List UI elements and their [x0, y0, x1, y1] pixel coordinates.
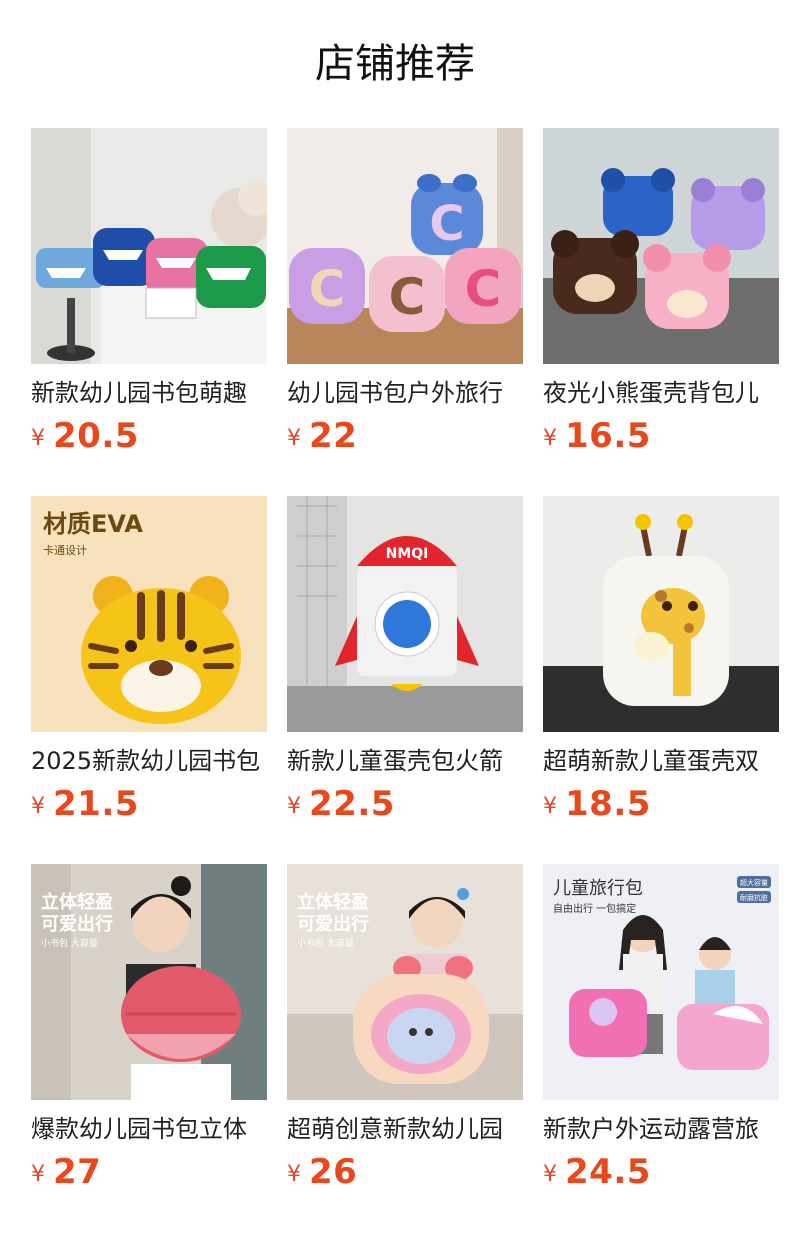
currency-symbol: ¥ [287, 1162, 301, 1187]
price-value: 16.5 [565, 416, 651, 456]
product-card[interactable]: 超萌新款儿童蛋壳双 ¥18.5 [543, 496, 779, 864]
product-image[interactable]: C C C C [287, 128, 523, 364]
currency-symbol: ¥ [31, 1162, 45, 1187]
price-value: 22 [309, 416, 358, 456]
product-image[interactable]: NMQI [287, 496, 523, 732]
product-image[interactable]: 立体轻盈 可爱出行 小书包 大容量 [31, 864, 267, 1100]
product-card[interactable]: 新款幼儿园书包萌趣 ¥20.5 [31, 128, 267, 496]
price-value: 24.5 [565, 1152, 651, 1192]
product-name[interactable]: 新款儿童蛋壳包火箭 [287, 744, 523, 778]
image-subline: 卡通设计 [43, 544, 87, 557]
product-name[interactable]: 超萌创意新款幼儿园 [287, 1112, 523, 1146]
product-price: ¥27 [31, 1152, 267, 1198]
product-name[interactable]: 幼儿园书包户外旅行 [287, 376, 523, 410]
image-badge2: 耐磨抗脏 [740, 893, 768, 902]
product-price: ¥22.5 [287, 784, 523, 830]
image-line3: 小书包 大容量 [297, 937, 354, 949]
product-name[interactable]: 新款户外运动露营旅 [543, 1112, 779, 1146]
currency-symbol: ¥ [543, 794, 557, 819]
currency-symbol: ¥ [287, 794, 301, 819]
product-image[interactable]: 立体轻盈 可爱出行 小书包 大容量 [287, 864, 523, 1100]
price-value: 21.5 [53, 784, 139, 824]
image-badge1: 超大容量 [740, 878, 768, 887]
currency-symbol: ¥ [287, 426, 301, 451]
svg-text:C: C [309, 260, 346, 318]
product-name[interactable]: 2025新款幼儿园书包 [31, 744, 267, 778]
currency-symbol: ¥ [31, 426, 45, 451]
product-price: ¥21.5 [31, 784, 267, 830]
image-line3: 小书包 大容量 [41, 937, 98, 949]
product-card[interactable]: 立体轻盈 可爱出行 小书包 大容量 爆款幼儿园书包立体 ¥27 [31, 864, 267, 1232]
price-value: 18.5 [565, 784, 651, 824]
svg-text:C: C [465, 260, 502, 318]
brand-label: NMQI [386, 546, 429, 562]
product-name[interactable]: 爆款幼儿园书包立体 [31, 1112, 267, 1146]
product-grid: 新款幼儿园书包萌趣 ¥20.5 C C C C 幼儿园书包户外旅行 ¥22 夜光… [31, 128, 779, 1232]
product-name[interactable]: 新款幼儿园书包萌趣 [31, 376, 267, 410]
product-name[interactable]: 超萌新款儿童蛋壳双 [543, 744, 779, 778]
product-image[interactable] [543, 496, 779, 732]
product-card[interactable]: C C C C 幼儿园书包户外旅行 ¥22 [287, 128, 523, 496]
product-image[interactable]: 儿童旅行包 自由出行 一包搞定 超大容量 耐磨抗脏 [543, 864, 779, 1100]
product-price: ¥24.5 [543, 1152, 779, 1198]
currency-symbol: ¥ [543, 1162, 557, 1187]
svg-text:C: C [389, 268, 426, 326]
image-line2: 自由出行 一包搞定 [553, 902, 636, 915]
page-title: 店铺推荐 [315, 41, 475, 87]
product-price: ¥26 [287, 1152, 523, 1198]
product-name[interactable]: 夜光小熊蛋壳背包儿 [543, 376, 779, 410]
currency-symbol: ¥ [543, 426, 557, 451]
price-value: 22.5 [309, 784, 395, 824]
product-card[interactable]: NMQI 新款儿童蛋壳包火箭 ¥22.5 [287, 496, 523, 864]
product-card[interactable]: 儿童旅行包 自由出行 一包搞定 超大容量 耐磨抗脏 新款户外运动露营旅 ¥24.… [543, 864, 779, 1232]
image-line2: 可爱出行 [297, 913, 369, 935]
product-card[interactable]: 夜光小熊蛋壳背包儿 ¥16.5 [543, 128, 779, 496]
product-price: ¥20.5 [31, 416, 267, 462]
product-price: ¥18.5 [543, 784, 779, 830]
product-card[interactable]: 立体轻盈 可爱出行 小书包 大容量 超萌创意新款幼儿园 ¥26 [287, 864, 523, 1232]
product-image[interactable] [31, 128, 267, 364]
image-line1: 立体轻盈 [297, 891, 369, 913]
image-headline: 材质EVA [43, 510, 143, 538]
svg-text:C: C [429, 196, 464, 252]
image-line1: 立体轻盈 [41, 891, 113, 913]
product-price: ¥22 [287, 416, 523, 462]
product-price: ¥16.5 [543, 416, 779, 462]
product-card[interactable]: 材质EVA 卡通设计 2025新款幼儿园书包 ¥21.5 [31, 496, 267, 864]
image-line1: 儿童旅行包 [553, 878, 643, 899]
product-image[interactable]: 材质EVA 卡通设计 [31, 496, 267, 732]
product-image[interactable] [543, 128, 779, 364]
price-value: 27 [53, 1152, 102, 1192]
image-line2: 可爱出行 [41, 913, 113, 935]
currency-symbol: ¥ [31, 794, 45, 819]
price-value: 20.5 [53, 416, 139, 456]
price-value: 26 [309, 1152, 358, 1192]
